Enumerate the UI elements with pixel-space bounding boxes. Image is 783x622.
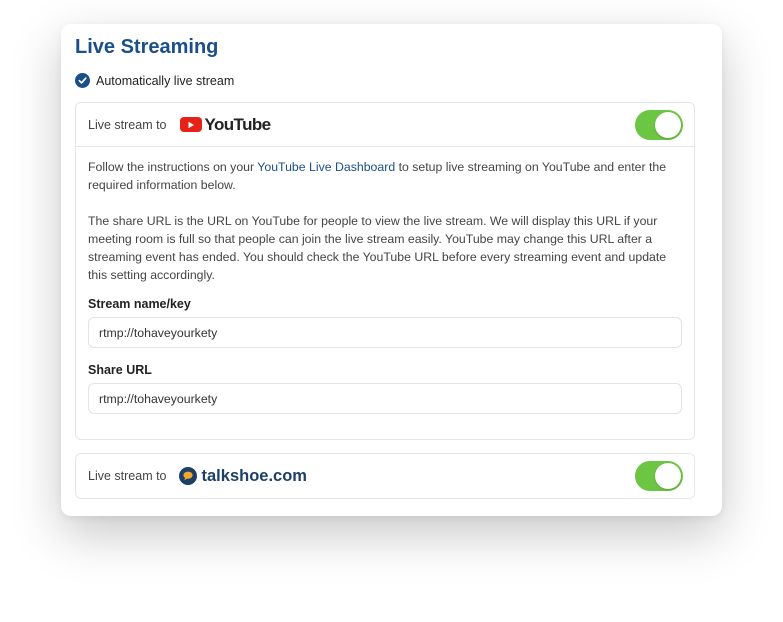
checkmark-icon[interactable] xyxy=(75,73,90,88)
youtube-wordmark: YouTube xyxy=(204,114,272,134)
youtube-live-dashboard-link[interactable]: YouTube Live Dashboard xyxy=(257,160,395,174)
talkshoe-header-label: Live stream to xyxy=(88,469,167,483)
youtube-toggle[interactable] xyxy=(635,109,683,140)
instructions-prefix: Follow the instructions on your xyxy=(88,160,258,174)
toggle-knob xyxy=(655,111,681,138)
auto-stream-option[interactable]: Automatically live stream xyxy=(75,73,234,88)
talkshoe-wordmark: talkshoe.com xyxy=(201,466,307,485)
share-url-note: The share URL is the URL on YouTube for … xyxy=(88,214,667,282)
share-url-label: Share URL xyxy=(88,363,152,377)
youtube-panel-header: Live stream to YouTube xyxy=(76,103,694,147)
stream-key-label: Stream name/key xyxy=(88,297,191,311)
stream-key-input[interactable] xyxy=(88,317,682,348)
talkshoe-panel-header: Live stream to talkshoe.com xyxy=(76,454,694,498)
talkshoe-stream-panel: Live stream to talkshoe.com xyxy=(75,453,695,499)
instructions-text: Follow the instructions on your YouTube … xyxy=(88,158,682,194)
youtube-stream-panel: Live stream to YouTube Follow the instru… xyxy=(75,102,695,440)
youtube-play-icon xyxy=(179,117,202,132)
youtube-header-label: Live stream to xyxy=(88,117,167,132)
speech-bubble-icon xyxy=(178,467,197,485)
talkshoe-toggle[interactable] xyxy=(635,461,683,491)
youtube-logo: YouTube xyxy=(179,114,272,135)
section-title: Live Streaming xyxy=(75,36,219,58)
live-streaming-card: Live Streaming Automatically live stream… xyxy=(61,24,722,516)
toggle-knob xyxy=(655,463,681,489)
youtube-panel-body: Follow the instructions on your YouTube … xyxy=(76,147,694,414)
auto-stream-label: Automatically live stream xyxy=(96,73,235,88)
share-url-input[interactable] xyxy=(88,383,682,414)
talkshoe-logo: talkshoe.com xyxy=(178,466,307,486)
